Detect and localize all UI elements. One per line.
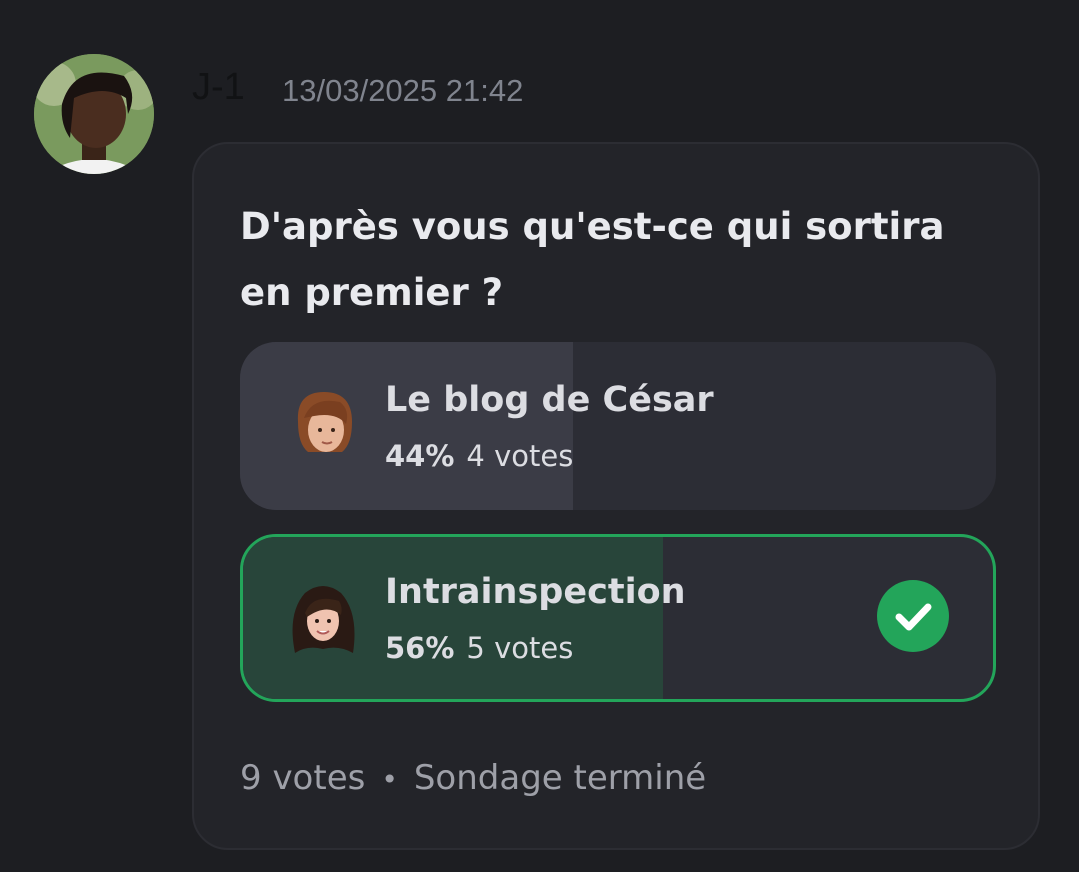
poll-option-1-fill xyxy=(240,342,573,510)
poll-option-1-stats: 44% 4 votes xyxy=(385,438,573,474)
poll-card: D'après vous qu'est-ce qui sortira en pr… xyxy=(192,142,1040,850)
poll-question: D'après vous qu'est-ce qui sortira en pr… xyxy=(240,205,945,314)
author-avatar[interactable] xyxy=(34,54,154,174)
poll-option-2-label: Intrainspection xyxy=(385,572,686,612)
poll-option-1-votes: 4 votes xyxy=(466,439,574,473)
author-name[interactable]: J-1 xyxy=(192,64,245,110)
footer-separator: • xyxy=(381,763,398,796)
check-circle-icon xyxy=(877,580,949,652)
poll-option-1-label: Le blog de César xyxy=(385,380,714,420)
poll-option-2[interactable]: Intrainspection 56% 5 votes xyxy=(240,534,996,702)
poll-option-2-percent: 56% xyxy=(385,631,455,665)
poll-option-2-votes: 5 votes xyxy=(466,631,574,665)
message-timestamp: 13/03/2025 21:42 xyxy=(282,73,524,108)
poll-option-1-percent: 44% xyxy=(385,439,455,473)
poll-option-1[interactable]: Le blog de César 44% 4 votes xyxy=(240,342,996,510)
poll-total-votes[interactable]: 9 votes xyxy=(240,758,365,798)
poll-option-1-avatar xyxy=(292,388,358,460)
poll-option-2-stats: 56% 5 votes xyxy=(385,630,573,666)
poll-footer: 9 votes • Sondage terminé xyxy=(240,756,706,802)
poll-status: Sondage terminé xyxy=(413,758,707,798)
poll-option-2-avatar xyxy=(287,583,355,655)
